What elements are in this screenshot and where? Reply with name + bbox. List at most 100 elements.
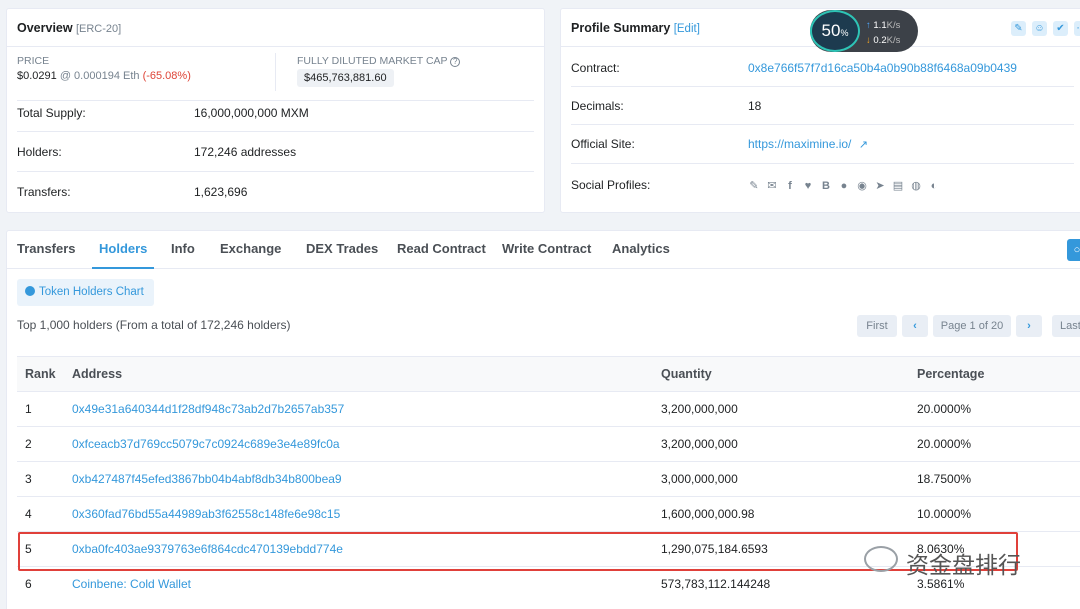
tab-info[interactable]: Info (171, 231, 195, 269)
tab-write-contract[interactable]: Write Contract (502, 231, 591, 269)
edit-link[interactable]: [Edit] (674, 23, 700, 35)
speed-percent: 50 (821, 21, 841, 40)
speed-percent-sign: % (840, 28, 849, 38)
decimals-value: 18 (748, 99, 762, 113)
tab-dex-trades[interactable]: DEX Trades (306, 231, 378, 269)
price-change: (-65.08%) (142, 70, 191, 82)
price-eth: @ 0.000194 Eth (59, 70, 140, 82)
github-icon[interactable]: ● (838, 180, 850, 192)
total-supply-label: Total Supply: (17, 106, 86, 120)
pager-page-indicator: Page 1 of 20 (933, 315, 1011, 337)
speed-gauge: 50% (810, 10, 860, 52)
token-type: [ERC-20] (75, 23, 122, 35)
download-speed: ↓ 0.2K/s (866, 35, 901, 46)
profile-title: Profile Summary (571, 21, 671, 35)
wand-icon[interactable]: ✎ (1011, 21, 1026, 36)
row-address-link[interactable]: Coinbene: Cold Wallet (72, 567, 191, 601)
row-quantity: 1,600,000,000.98 (661, 507, 755, 521)
tab-holders[interactable]: Holders (92, 231, 155, 269)
mcap-label: FULLY DILUTED MARKET CAP ? (297, 55, 461, 67)
mcap-value: $465,763,881.60 (297, 69, 394, 87)
pager-last[interactable]: Last (1052, 315, 1080, 337)
row-rank: 6 (25, 577, 32, 591)
tab-bar: Transfers Holders Info Exchange DEX Trad… (7, 231, 1080, 269)
row-percentage: 20.0000% (917, 437, 972, 451)
email-icon[interactable]: ✉ (766, 180, 778, 192)
more-icon[interactable]: ⋯ (1074, 21, 1080, 36)
col-percentage: Percentage (917, 367, 985, 381)
transfers-label: Transfers: (17, 185, 71, 199)
search-button[interactable]: ○ (1067, 239, 1080, 261)
holders-value: 172,246 addresses (194, 145, 297, 159)
smile-icon[interactable]: ☺ (1032, 21, 1047, 36)
transfers-value: 1,623,696 (194, 185, 248, 199)
row-quantity: 3,200,000,000 (661, 437, 738, 451)
facebook-icon[interactable]: f (784, 180, 796, 192)
row-rank: 4 (25, 507, 32, 521)
row-rank: 2 (25, 437, 32, 451)
social-icons: ✎ ✉ f ♥ B ● ◉ ➤ ▤ ◍ ◐ (748, 178, 946, 192)
search-icon: ○ (1073, 244, 1080, 256)
pager-prev[interactable]: ‹ (902, 315, 928, 337)
pencil-icon[interactable]: ✎ (748, 180, 760, 192)
official-site: https://maximine.io/ ↗ (748, 137, 868, 151)
profile-header: Profile Summary [Edit] (571, 21, 700, 35)
row-rank: 3 (25, 472, 32, 486)
decimals-label: Decimals: (571, 99, 624, 113)
row-address-link[interactable]: 0x49e31a640344d1f28df948c73ab2d7b2657ab3… (72, 392, 344, 426)
external-link-icon[interactable]: ↗ (859, 139, 868, 151)
upload-speed: ↑ 1.1K/s (866, 20, 901, 31)
holders-summary: Top 1,000 holders (From a total of 172,2… (17, 318, 291, 332)
chevron-right-icon: › (1027, 320, 1031, 332)
col-quantity: Quantity (661, 367, 712, 381)
table-row: 3 0xb427487f45efed3867bb04b4abf8db34b800… (17, 461, 1080, 496)
col-address: Address (72, 367, 123, 381)
col-rank: Rank (25, 367, 56, 381)
token-holders-chart-button[interactable]: Token Holders Chart (17, 279, 154, 306)
price-line: $0.0291 @ 0.000194 Eth (-65.08%) (17, 70, 191, 82)
wechat-logo-icon (864, 546, 898, 572)
network-speed-widget[interactable]: 50% ↑ 1.1K/s ↓ 0.2K/s (810, 10, 918, 52)
row-quantity: 573,783,112.144248 (661, 577, 771, 591)
whitepaper-icon[interactable]: ▤ (892, 180, 904, 192)
table-row: 2 0xfceacb37d769cc5079c7c0924c689e3e4e89… (17, 426, 1080, 461)
overview-header: Overview [ERC-20] (17, 21, 121, 35)
holders-label: Holders: (17, 145, 62, 159)
upload-arrow-icon: ↑ (866, 20, 871, 31)
chevron-left-icon: ‹ (913, 320, 917, 332)
pager-next[interactable]: › (1016, 315, 1042, 337)
tab-analytics[interactable]: Analytics (612, 231, 670, 269)
official-site-link[interactable]: https://maximine.io/ (748, 137, 851, 151)
coinmarketcap-icon[interactable]: ◐ (928, 180, 940, 192)
total-supply-value: 16,000,000,000 MXM (194, 106, 309, 120)
overview-card: Overview [ERC-20] PRICE $0.0291 @ 0.0001… (6, 8, 545, 213)
row-quantity: 3,200,000,000 (661, 402, 738, 416)
tab-transfers[interactable]: Transfers (17, 231, 76, 269)
info-icon[interactable]: ? (450, 57, 461, 67)
contract-label: Contract: (571, 61, 620, 75)
table-row: 4 0x360fad76bd55a44989ab3f62558c148fe6e9… (17, 496, 1080, 531)
row-rank: 1 (25, 402, 32, 416)
contract-address-link[interactable]: 0x8e766f57f7d16ca50b4a0b90b88f6468a09b04… (748, 61, 1017, 75)
price-usd: $0.0291 (17, 70, 57, 82)
tab-read-contract[interactable]: Read Contract (397, 231, 486, 269)
row-address-link[interactable]: 0xfceacb37d769cc5079c7c0924c689e3e4e89fc… (72, 427, 340, 461)
row-address-link[interactable]: 0x360fad76bd55a44989ab3f62558c148fe6e98c… (72, 497, 340, 531)
overview-title: Overview (17, 21, 73, 35)
telegram-icon[interactable]: ➤ (874, 180, 886, 192)
price-label: PRICE (17, 55, 50, 67)
official-site-label: Official Site: (571, 137, 635, 151)
pager-first[interactable]: First (857, 315, 897, 337)
social-profiles-label: Social Profiles: (571, 178, 651, 192)
twitter-icon[interactable]: ♥ (802, 180, 814, 192)
tab-exchange[interactable]: Exchange (220, 231, 281, 269)
reddit-icon[interactable]: ◉ (856, 180, 868, 192)
download-arrow-icon: ↓ (866, 35, 871, 46)
profile-actions: ✎ ☺ ✔ ⋯ (1011, 21, 1080, 36)
check-icon[interactable]: ✔ (1053, 21, 1068, 36)
row-percentage: 20.0000% (917, 402, 972, 416)
row-address-link[interactable]: 0xb427487f45efed3867bb04b4abf8db34b800be… (72, 462, 342, 496)
bitcointalk-icon[interactable]: B (820, 180, 832, 192)
wechat-icon[interactable]: ◍ (910, 180, 922, 192)
table-row: 1 0x49e31a640344d1f28df948c73ab2d7b2657a… (17, 391, 1080, 426)
